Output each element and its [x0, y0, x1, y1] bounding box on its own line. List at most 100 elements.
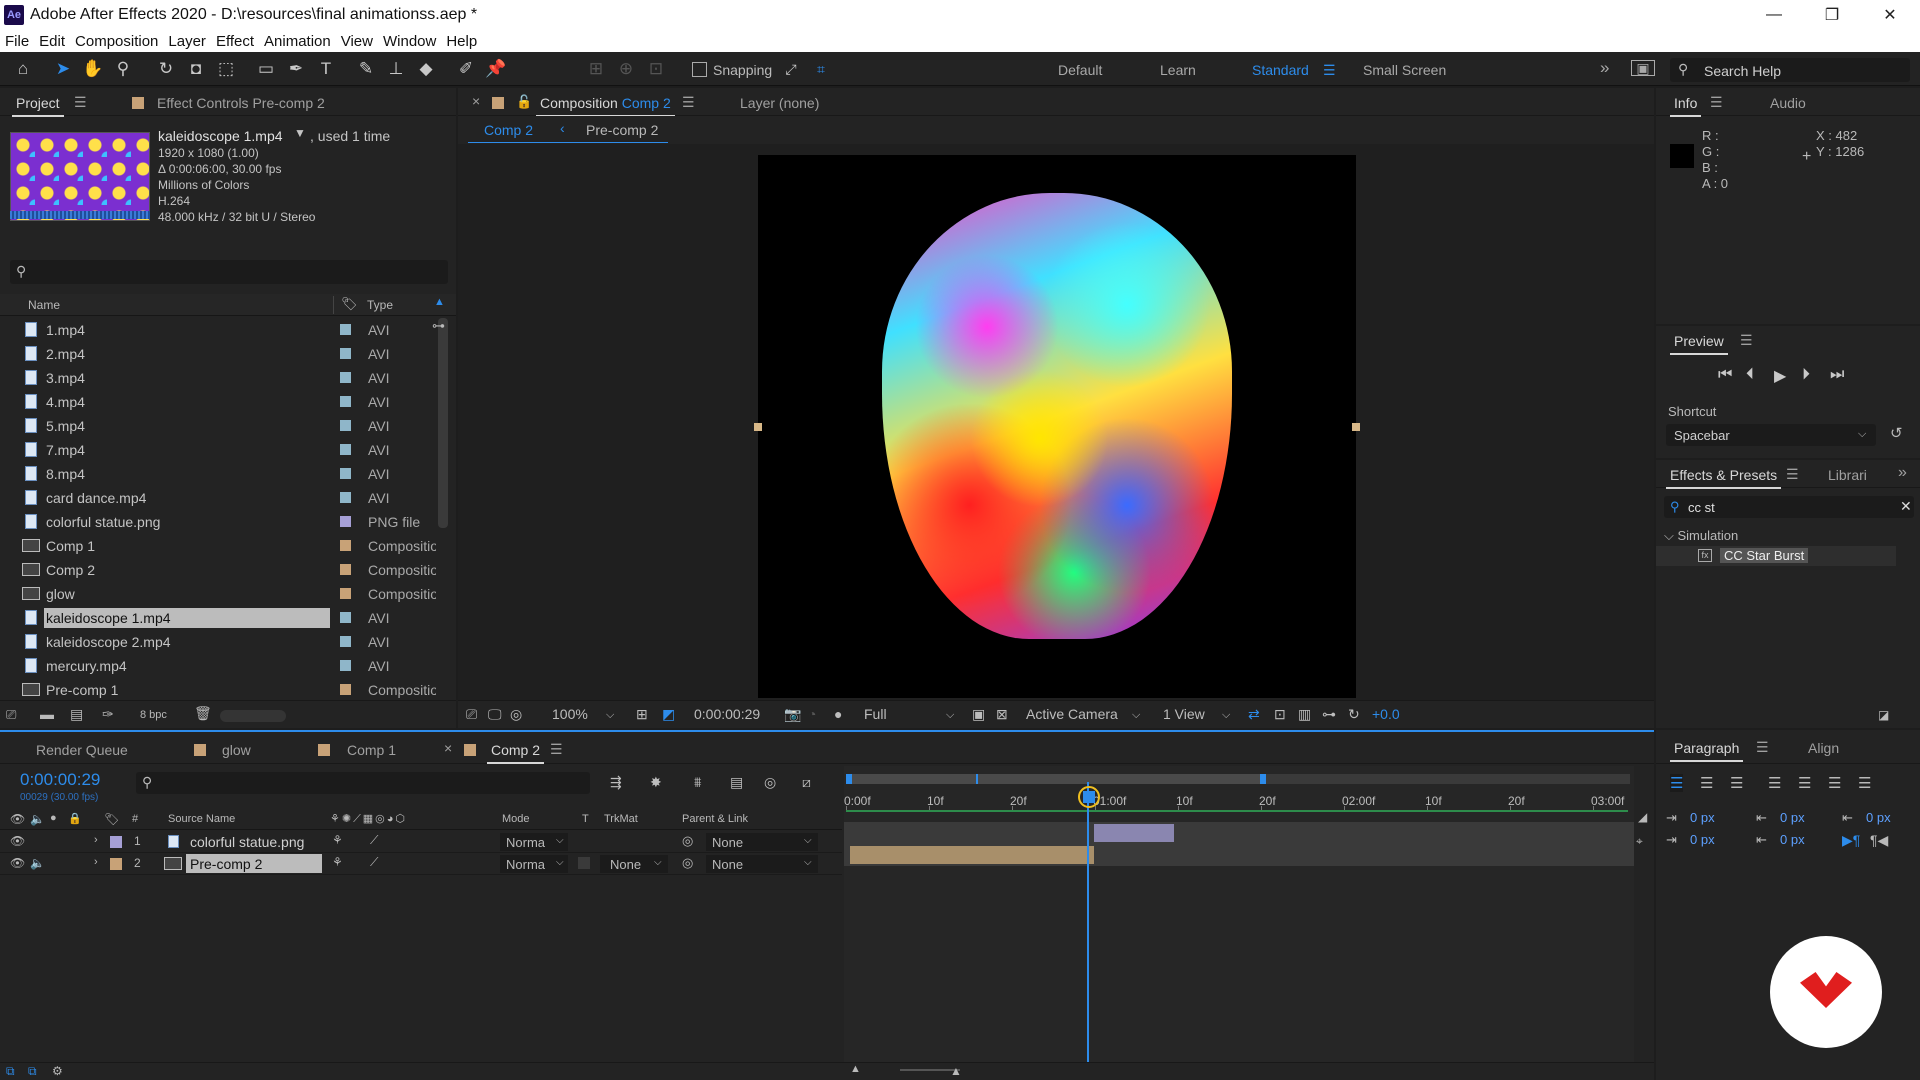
indent-left-value[interactable]: 0 px	[1690, 810, 1715, 825]
tab-align[interactable]: Align	[1808, 740, 1839, 756]
snap-edge-icon[interactable]: ⤢	[780, 58, 802, 80]
project-item[interactable]: 2.mp4 AVI	[0, 342, 436, 366]
screen-layout-icon[interactable]: ▣	[1631, 60, 1655, 76]
justify-left-icon[interactable]: ☰	[1768, 774, 1781, 792]
interpret-footage-icon[interactable]: ⎚	[6, 707, 16, 723]
zoom-value[interactable]: 100%	[552, 706, 588, 722]
workspace-overflow-icon[interactable]: »	[1600, 58, 1609, 78]
layer-row[interactable]: 👁 🔈 › 2 Pre-comp 2 ⚘ ⟋ Norma ⌵ None ⌵ ◎ No…	[0, 853, 842, 875]
tab-info[interactable]: Info	[1669, 95, 1702, 117]
col-source-name[interactable]: Source Name	[168, 813, 235, 825]
search-help-field[interactable]: ⚲ Search Help	[1670, 58, 1910, 82]
flowchart-icon[interactable]: ⊶	[1322, 706, 1336, 723]
resolution-dropdown[interactable]: Full	[864, 706, 887, 722]
shy-switch-icon[interactable]: ⚘	[332, 855, 343, 869]
pickwhip-icon[interactable]: ◎	[682, 855, 693, 871]
toggle-pixel-aspect-icon[interactable]: ⇄	[1248, 706, 1260, 723]
project-item[interactable]: card dance.mp4 AVI	[0, 486, 436, 510]
home-icon[interactable]: ⌂	[12, 58, 34, 80]
rectangle-tool-icon[interactable]: ▭	[255, 58, 277, 80]
draft-3d-icon[interactable]: ✸	[650, 774, 662, 791]
navigator-end-handle[interactable]	[1260, 774, 1266, 784]
label-swatch[interactable]	[340, 492, 351, 503]
label-swatch[interactable]	[340, 636, 351, 647]
label-swatch[interactable]	[340, 324, 351, 335]
close-button[interactable]: ✕	[1862, 0, 1918, 30]
project-item[interactable]: glow Composition	[0, 582, 436, 606]
project-item[interactable]: kaleidoscope 2.mp4 AVI	[0, 630, 436, 654]
roto-brush-tool-icon[interactable]: ✐	[455, 58, 477, 80]
trash-icon[interactable]: 🗑	[194, 705, 212, 722]
layer-name-selected[interactable]: Pre-comp 2	[186, 854, 322, 873]
work-area-bar[interactable]	[846, 810, 1628, 812]
clear-search-icon[interactable]: ✕	[1900, 498, 1912, 515]
expand-chevron-icon[interactable]: ›	[94, 856, 98, 868]
panel-overflow-icon[interactable]: »	[1898, 464, 1907, 482]
space-before-value[interactable]: 0 px	[1780, 810, 1805, 825]
ltr-direction-icon[interactable]: ▶¶	[1842, 832, 1860, 849]
menu-composition[interactable]: Composition	[70, 33, 163, 50]
project-item[interactable]: 3.mp4 AVI	[0, 366, 436, 390]
breadcrumb-pre-comp-2[interactable]: Pre-comp 2	[586, 122, 658, 138]
quality-switch-icon[interactable]: ⟋	[370, 833, 378, 848]
breadcrumb-comp-2[interactable]: Comp 2	[484, 122, 533, 138]
tab-effect-controls[interactable]: Effect Controls Pre-comp 2	[157, 95, 325, 111]
fast-previews-icon[interactable]: ▣	[972, 706, 985, 723]
menu-window[interactable]: Window	[378, 33, 441, 50]
timeline-icon[interactable]: ▥	[1298, 706, 1311, 723]
graph-editor-icon[interactable]: ⧄	[802, 774, 811, 791]
layer-name[interactable]: colorful statue.png	[190, 834, 304, 850]
label-swatch[interactable]	[340, 468, 351, 479]
project-item[interactable]: kaleidoscope 1.mp4 AVI	[0, 606, 436, 630]
project-item[interactable]: mercury.mp4 AVI	[0, 654, 436, 678]
selection-tool-icon[interactable]: ➤	[52, 58, 74, 80]
close-comp-tab-icon[interactable]: ×	[472, 93, 480, 109]
menu-file[interactable]: File	[0, 33, 34, 50]
menu-edit[interactable]: Edit	[34, 33, 70, 50]
project-item[interactable]: 1.mp4 AVI	[0, 318, 436, 342]
bit-depth-button[interactable]: 8 bpc	[140, 709, 167, 721]
local-axis-icon[interactable]: ⊞	[585, 58, 607, 80]
workspace-learn[interactable]: Learn	[1160, 62, 1196, 78]
project-item[interactable]: Pre-comp 1 Composition	[0, 678, 436, 698]
brush-tool-icon[interactable]: ✎	[355, 58, 377, 80]
tab-preview[interactable]: Preview	[1670, 333, 1728, 355]
new-comp-icon[interactable]: ▤	[70, 706, 83, 723]
previous-frame-icon[interactable]: ⏴	[1746, 366, 1754, 384]
frame-blending-icon[interactable]: ▤	[730, 774, 743, 791]
info-menu-icon[interactable]: ☰	[1710, 94, 1723, 111]
region-of-interest-icon[interactable]: ⊞	[636, 706, 648, 723]
pan-behind-tool-icon[interactable]: ⬚	[215, 58, 237, 80]
workspace-default[interactable]: Default	[1058, 62, 1102, 78]
preserve-transparency-box[interactable]	[578, 857, 590, 869]
transparency-grid-icon[interactable]: ◩	[662, 706, 675, 723]
rotate-tool-icon[interactable]: ↻	[155, 58, 177, 80]
eye-icon[interactable]: 👁	[10, 834, 25, 848]
comp-menu-icon[interactable]: ☰	[682, 94, 695, 111]
project-scrollbar[interactable]	[438, 318, 448, 528]
close-tab-icon[interactable]: ×	[444, 740, 452, 756]
col-name[interactable]: Name	[28, 298, 60, 312]
effect-item[interactable]: fx CC Star Burst	[1656, 546, 1896, 566]
label-swatch[interactable]	[340, 684, 351, 695]
comp-mini-flowchart-icon[interactable]: ⇶	[610, 774, 622, 791]
chevron-down-icon[interactable]: ⌵	[1222, 709, 1230, 722]
justify-all-icon[interactable]: ☰	[1858, 774, 1871, 792]
sort-ascending-icon[interactable]: ▲	[434, 296, 445, 308]
zoom-in-icon[interactable]: ▲	[950, 1064, 962, 1078]
tab-comp-1[interactable]: Comp 1	[347, 742, 396, 758]
always-preview-icon[interactable]: ⎚	[466, 706, 477, 723]
space-after-value[interactable]: 0 px	[1780, 832, 1805, 847]
pickwhip-icon[interactable]: ◎	[682, 833, 693, 849]
camera-tool-icon[interactable]: ◘	[185, 58, 207, 80]
exposure-value[interactable]: +0.0	[1372, 706, 1400, 722]
project-item[interactable]: Comp 2 Composition	[0, 558, 436, 582]
snapshot-icon[interactable]: 📷	[784, 706, 801, 723]
new-folder-icon[interactable]: ▬	[40, 706, 54, 722]
tab-project[interactable]: Project	[12, 95, 64, 117]
toggle-layer-switches-icon[interactable]: ⧉	[6, 1064, 15, 1079]
label-swatch[interactable]	[340, 396, 351, 407]
menu-help[interactable]: Help	[441, 33, 482, 50]
layer-handle[interactable]	[1352, 423, 1360, 431]
monitor-icon[interactable]: 🖵	[488, 706, 502, 723]
